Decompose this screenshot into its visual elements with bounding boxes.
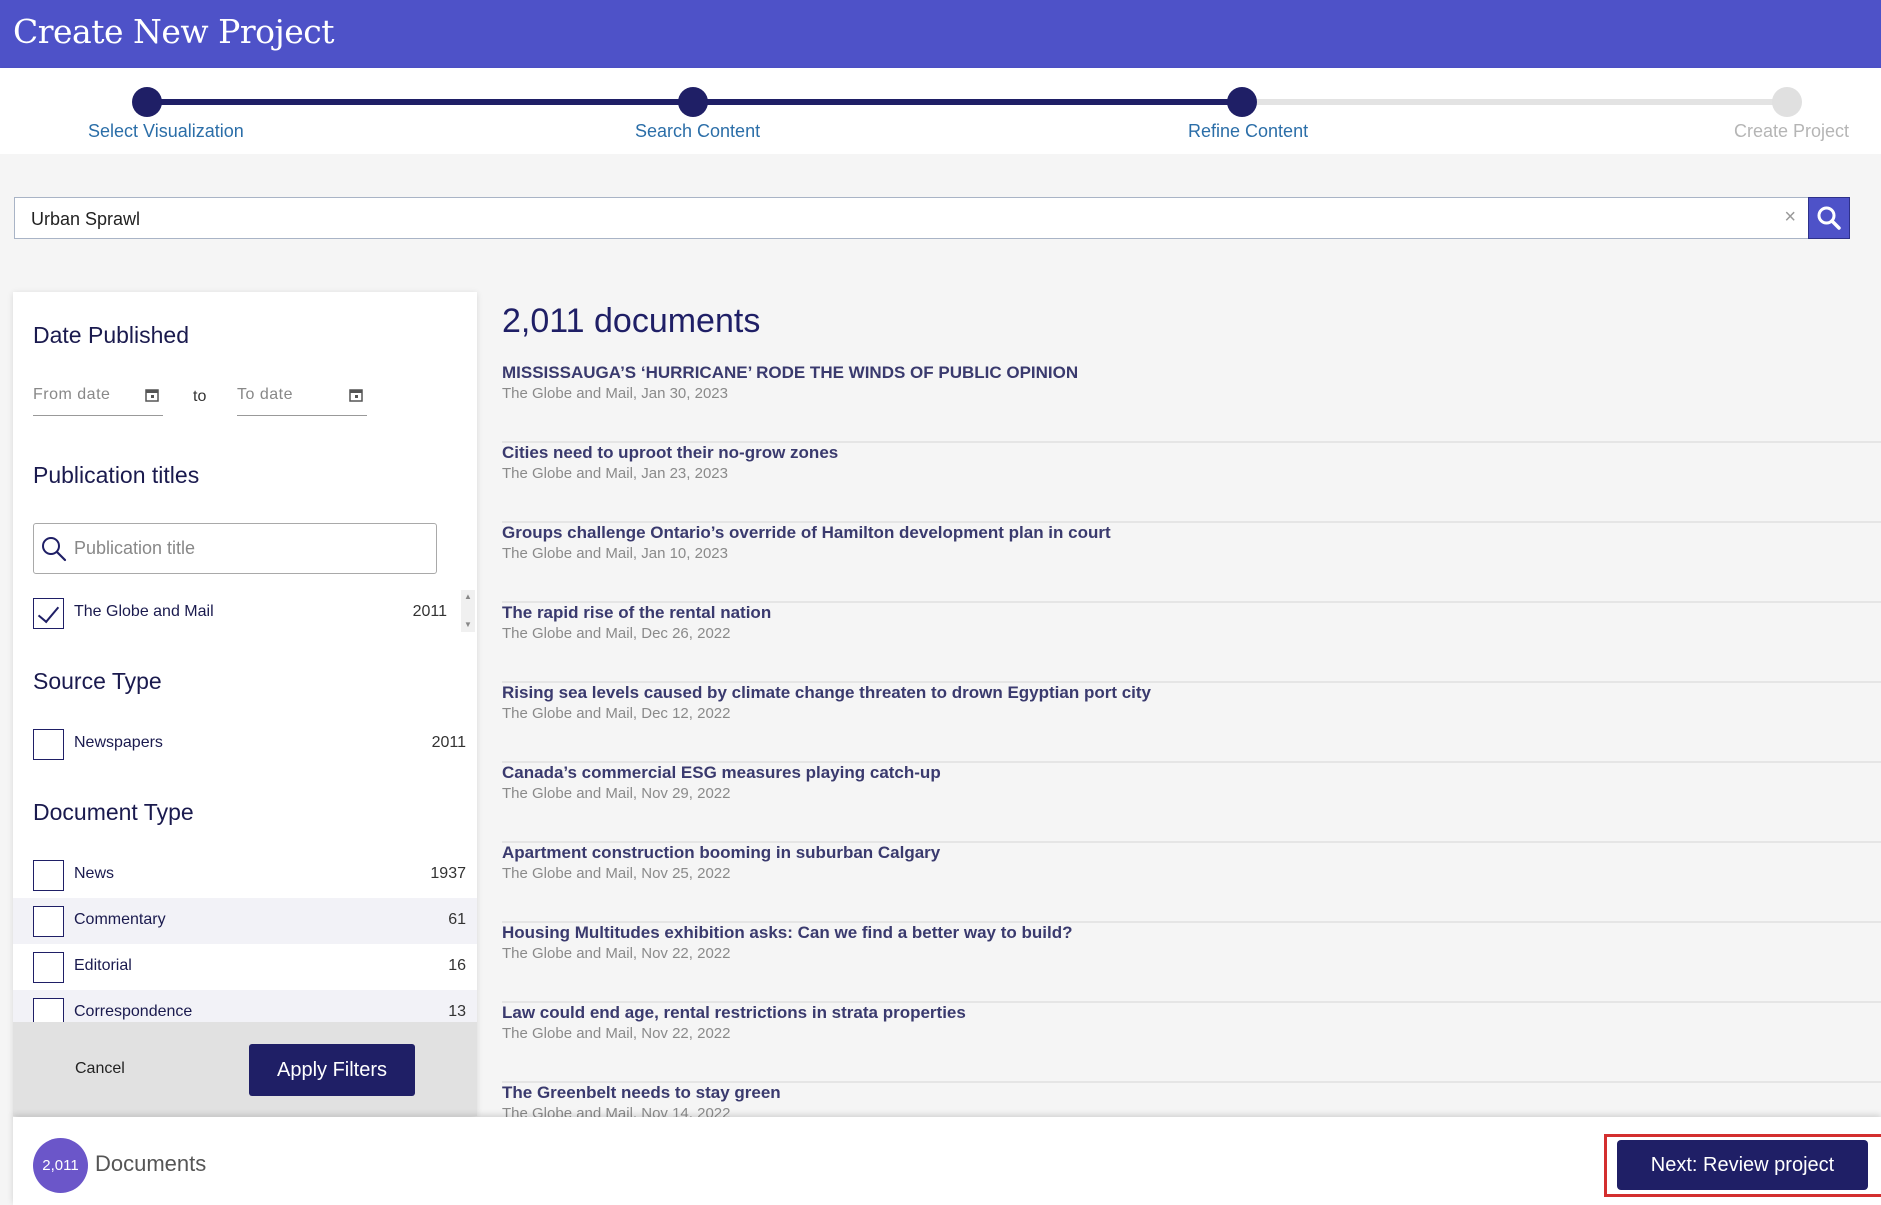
checkbox-news[interactable]	[33, 860, 64, 891]
to-date-field[interactable]: To date	[237, 386, 367, 416]
date-range-separator: to	[193, 388, 207, 405]
scroll-up-icon[interactable]: ▲	[464, 592, 472, 601]
filter-option-label: News	[74, 865, 115, 882]
filter-option-editorial[interactable]: Editorial 16	[13, 944, 477, 990]
publication-list-scrollbar[interactable]: ▲ ▼	[461, 590, 475, 632]
filter-option-count: 61	[448, 911, 466, 928]
bottom-action-bar: 2,011 Documents Next: Review project	[13, 1117, 1881, 1205]
result-title-link[interactable]: Housing Multitudes exhibition asks: Can …	[502, 923, 1073, 943]
result-meta: The Globe and Mail, Jan 10, 2023	[502, 545, 728, 562]
publication-titles-heading: Publication titles	[33, 462, 200, 488]
result-item: Canada’s commercial ESG measures playing…	[502, 763, 1881, 843]
cancel-button[interactable]: Cancel	[75, 1060, 125, 1078]
result-item: Rising sea levels caused by climate chan…	[502, 683, 1881, 763]
filter-option-news[interactable]: News 1937	[13, 852, 477, 898]
result-title-link[interactable]: Law could end age, rental restrictions i…	[502, 1003, 966, 1023]
clear-search-icon[interactable]: ×	[1784, 206, 1796, 229]
filter-option-count: 13	[448, 1003, 466, 1020]
source-type-heading: Source Type	[33, 668, 162, 694]
result-meta: The Globe and Mail, Dec 12, 2022	[502, 705, 731, 722]
result-title-link[interactable]: Cities need to uproot their no-grow zone…	[502, 443, 838, 463]
step-label-refine-content[interactable]: Refine Content	[1188, 121, 1308, 142]
result-meta: The Globe and Mail, Nov 22, 2022	[502, 945, 731, 962]
search-section: Urban Sprawl ×	[0, 154, 1881, 280]
filter-option-newspapers[interactable]: Newspapers 2011	[13, 721, 477, 767]
result-item: Cities need to uproot their no-grow zone…	[502, 443, 1881, 523]
checkbox-commentary[interactable]	[33, 906, 64, 937]
filter-option-count: 2011	[431, 734, 466, 751]
document-type-heading: Document Type	[33, 799, 194, 825]
document-count-badge: 2,011	[33, 1138, 88, 1193]
result-title-link[interactable]: The rapid rise of the rental nation	[502, 603, 771, 623]
publication-title-placeholder: Publication title	[74, 538, 196, 558]
result-title-link[interactable]: The Greenbelt needs to stay green	[502, 1083, 781, 1103]
search-query: Urban Sprawl	[31, 209, 141, 229]
checkbox-editorial[interactable]	[33, 952, 64, 983]
step-dot-search-content	[678, 87, 708, 117]
filter-option-count: 16	[448, 957, 466, 974]
checkbox-newspapers[interactable]	[33, 729, 64, 760]
result-title-link[interactable]: Groups challenge Ontario’s override of H…	[502, 523, 1111, 543]
filter-option-commentary[interactable]: Commentary 61	[13, 898, 477, 944]
step-label-search-content[interactable]: Search Content	[635, 121, 760, 142]
date-published-heading: Date Published	[33, 322, 189, 348]
filter-option-label: Newspapers	[74, 734, 163, 751]
result-meta: The Globe and Mail, Jan 30, 2023	[502, 385, 728, 402]
calendar-icon[interactable]	[145, 388, 159, 402]
filter-option-count: 1937	[430, 865, 466, 882]
result-title-link[interactable]: Apartment construction booming in suburb…	[502, 843, 940, 863]
step-label-create-project: Create Project	[1734, 121, 1850, 141]
result-item: Apartment construction booming in suburb…	[502, 843, 1881, 923]
filter-option-count: 2011	[412, 603, 447, 620]
result-item: Law could end age, rental restrictions i…	[502, 1003, 1881, 1083]
from-date-placeholder: From date	[33, 386, 111, 403]
result-meta: The Globe and Mail, Dec 26, 2022	[502, 625, 731, 642]
result-count-heading: 2,011 documents	[502, 302, 761, 340]
result-item: Housing Multitudes exhibition asks: Can …	[502, 923, 1881, 1003]
checkbox-globe-and-mail[interactable]	[33, 598, 64, 629]
result-title-link[interactable]: MISSISSAUGA’S ‘HURRICANE’ RODE THE WINDS…	[502, 363, 1078, 383]
filter-option-label: Correspondence	[74, 1003, 193, 1020]
result-meta: The Globe and Mail, Nov 29, 2022	[502, 785, 731, 802]
filter-option-label: Editorial	[74, 957, 132, 974]
search-button[interactable]	[1808, 197, 1850, 239]
filter-actions: Cancel Apply Filters	[13, 1022, 477, 1116]
step-dot-create-project	[1772, 87, 1802, 117]
to-date-placeholder: To date	[237, 386, 293, 403]
from-date-field[interactable]: From date	[33, 386, 163, 416]
result-meta: The Globe and Mail, Nov 22, 2022	[502, 1025, 731, 1042]
step-dot-select-visualization	[132, 87, 162, 117]
filter-option-globe-and-mail[interactable]: The Globe and Mail 2011	[13, 590, 477, 636]
next-review-project-button[interactable]: Next: Review project	[1617, 1140, 1868, 1190]
result-title-link[interactable]: Rising sea levels caused by climate chan…	[502, 683, 1151, 703]
filter-panel: Date Published From date to To date Publ…	[13, 292, 477, 1116]
filter-option-label: Commentary	[74, 911, 166, 928]
document-count-label: Documents	[95, 1151, 207, 1176]
app-header: Create New Project	[0, 0, 1881, 68]
step-label-select-visualization[interactable]: Select Visualization	[88, 121, 244, 142]
filter-option-label: The Globe and Mail	[74, 603, 214, 620]
calendar-icon[interactable]	[349, 388, 363, 402]
search-icon	[1817, 206, 1841, 230]
result-item: The rapid rise of the rental nation The …	[502, 603, 1881, 683]
search-icon	[42, 537, 67, 562]
scroll-down-icon[interactable]: ▼	[464, 620, 472, 629]
result-title-link[interactable]: Canada’s commercial ESG measures playing…	[502, 763, 941, 783]
page-title: Create New Project	[13, 12, 335, 51]
results-panel: 2,011 documents MISSISSAUGA’S ‘HURRICANE…	[477, 292, 1881, 1118]
search-input[interactable]: Urban Sprawl ×	[14, 197, 1809, 239]
step-dot-refine-content	[1227, 87, 1257, 117]
result-meta: The Globe and Mail, Jan 23, 2023	[502, 465, 728, 482]
result-item: MISSISSAUGA’S ‘HURRICANE’ RODE THE WINDS…	[502, 363, 1881, 443]
result-item: The Greenbelt needs to stay green The Gl…	[502, 1083, 1881, 1118]
apply-filters-button[interactable]: Apply Filters	[249, 1044, 415, 1096]
result-item: Groups challenge Ontario’s override of H…	[502, 523, 1881, 603]
result-meta: The Globe and Mail, Nov 25, 2022	[502, 865, 731, 882]
progress-stepper: Select Visualization Search Content Refi…	[0, 68, 1881, 154]
stepper-line-pending	[1241, 99, 1786, 105]
publication-title-search-field[interactable]: Publication title	[33, 523, 437, 574]
